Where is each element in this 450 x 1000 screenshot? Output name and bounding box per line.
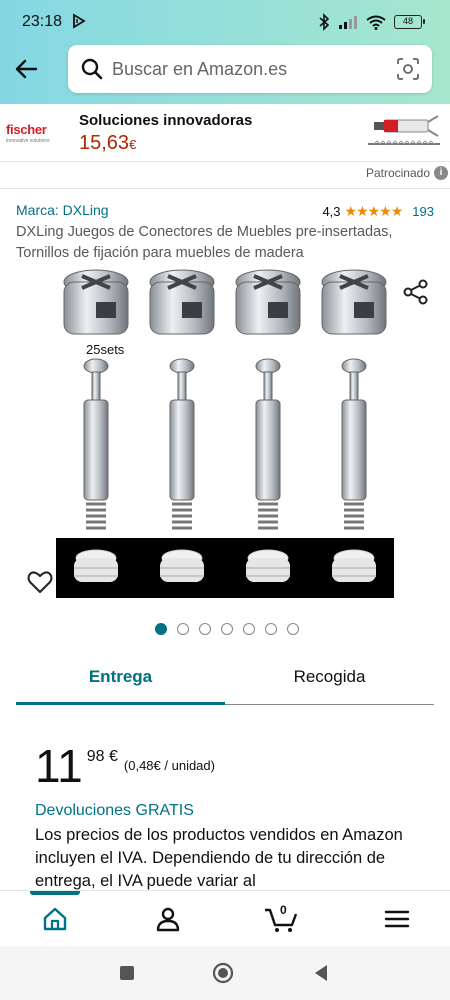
pagination-dot[interactable]: [287, 623, 299, 635]
iva-notice: Los precios de los productos vendidos en…: [35, 826, 403, 890]
product-title: DXLing Juegos de Conectores de Muebles p…: [16, 224, 393, 261]
header: 23:18 48 Buscar en Amazon.es: [0, 0, 450, 104]
rating-value: 4,3: [322, 204, 341, 219]
signal-icon: [339, 16, 357, 29]
rating-stars: ★★★★★: [344, 203, 404, 219]
recents-icon[interactable]: [116, 962, 138, 984]
product-image[interactable]: 25sets: [56, 266, 396, 606]
fischer-logo: fischer innovative solutions: [6, 122, 76, 148]
pagination-dot[interactable]: [265, 623, 277, 635]
product-page: 23:18 48 Buscar en Amazon.es fischer inn…: [0, 0, 450, 1000]
price-whole: 11: [35, 740, 83, 792]
image-caption: 25sets: [86, 342, 125, 357]
pagination-dot[interactable]: [199, 623, 211, 635]
product-rating[interactable]: 4,3 ★★★★★ 193: [322, 203, 434, 220]
tab-entrega[interactable]: Entrega: [16, 658, 225, 706]
review-count: 193: [412, 204, 434, 219]
ad-brand: fischer: [6, 122, 47, 137]
home-circle-icon[interactable]: [212, 962, 234, 984]
dowel-bolts: [83, 358, 367, 530]
back-arrow-icon[interactable]: [12, 55, 40, 83]
status-time: 23:18: [22, 13, 63, 30]
share-icon[interactable]: [402, 278, 430, 306]
unit-price: (0,48€ / unidad): [123, 758, 215, 773]
home-icon[interactable]: [41, 905, 69, 933]
wifi-icon: [366, 15, 386, 30]
search-icon: [81, 58, 103, 80]
menu-icon[interactable]: [383, 905, 411, 933]
price-fraction: 98 €: [86, 748, 118, 765]
camera-scan-icon[interactable]: [396, 57, 420, 81]
image-pagination[interactable]: [155, 623, 299, 635]
battery-icon: 48: [394, 15, 425, 29]
back-triangle-icon[interactable]: [310, 962, 332, 984]
sponsored-text: Patrocinado: [365, 166, 430, 180]
bottom-nav: 0: [0, 890, 450, 946]
account-icon[interactable]: [154, 905, 182, 933]
sponsored-label[interactable]: Patrocinado i: [366, 164, 448, 182]
free-returns-link[interactable]: Devoluciones GRATIS: [35, 802, 194, 820]
info-icon: i: [434, 166, 448, 180]
ad-tagline: innovative solutions: [6, 138, 50, 144]
ad-price: 15,63€: [79, 132, 137, 154]
pagination-dot[interactable]: [221, 623, 233, 635]
nylon-inserts: [56, 538, 394, 598]
search-input[interactable]: [112, 55, 382, 83]
active-tab-indicator: [16, 702, 225, 705]
ad-title: Soluciones innovadoras: [79, 112, 253, 129]
status-icons: 48: [318, 12, 425, 32]
system-nav-bar: [0, 946, 450, 1000]
delivery-tabs: Entrega Recogida: [16, 658, 434, 706]
anchor-product-image: [368, 115, 440, 145]
pagination-dot[interactable]: [243, 623, 255, 635]
tab-recogida[interactable]: Recogida: [225, 658, 434, 706]
status-bar: 23:18 48: [0, 0, 450, 44]
cam-locks: [63, 269, 387, 335]
search-bar[interactable]: [68, 45, 432, 93]
pagination-dot[interactable]: [177, 623, 189, 635]
brand-link[interactable]: Marca: DXLing: [16, 202, 109, 218]
section-divider: [0, 188, 450, 189]
product-price: 11 98 € (0,48€ / unidad): [35, 740, 215, 792]
pagination-dot[interactable]: [155, 623, 167, 635]
play-icon: [73, 13, 86, 29]
cart-button[interactable]: 0: [264, 903, 298, 933]
heart-icon[interactable]: [26, 568, 54, 596]
active-nav-indicator: [30, 891, 80, 895]
sponsored-banner[interactable]: fischer innovative solutions Soluciones …: [0, 104, 450, 162]
bluetooth-icon: [319, 13, 330, 31]
cart-count: 0: [280, 903, 287, 917]
